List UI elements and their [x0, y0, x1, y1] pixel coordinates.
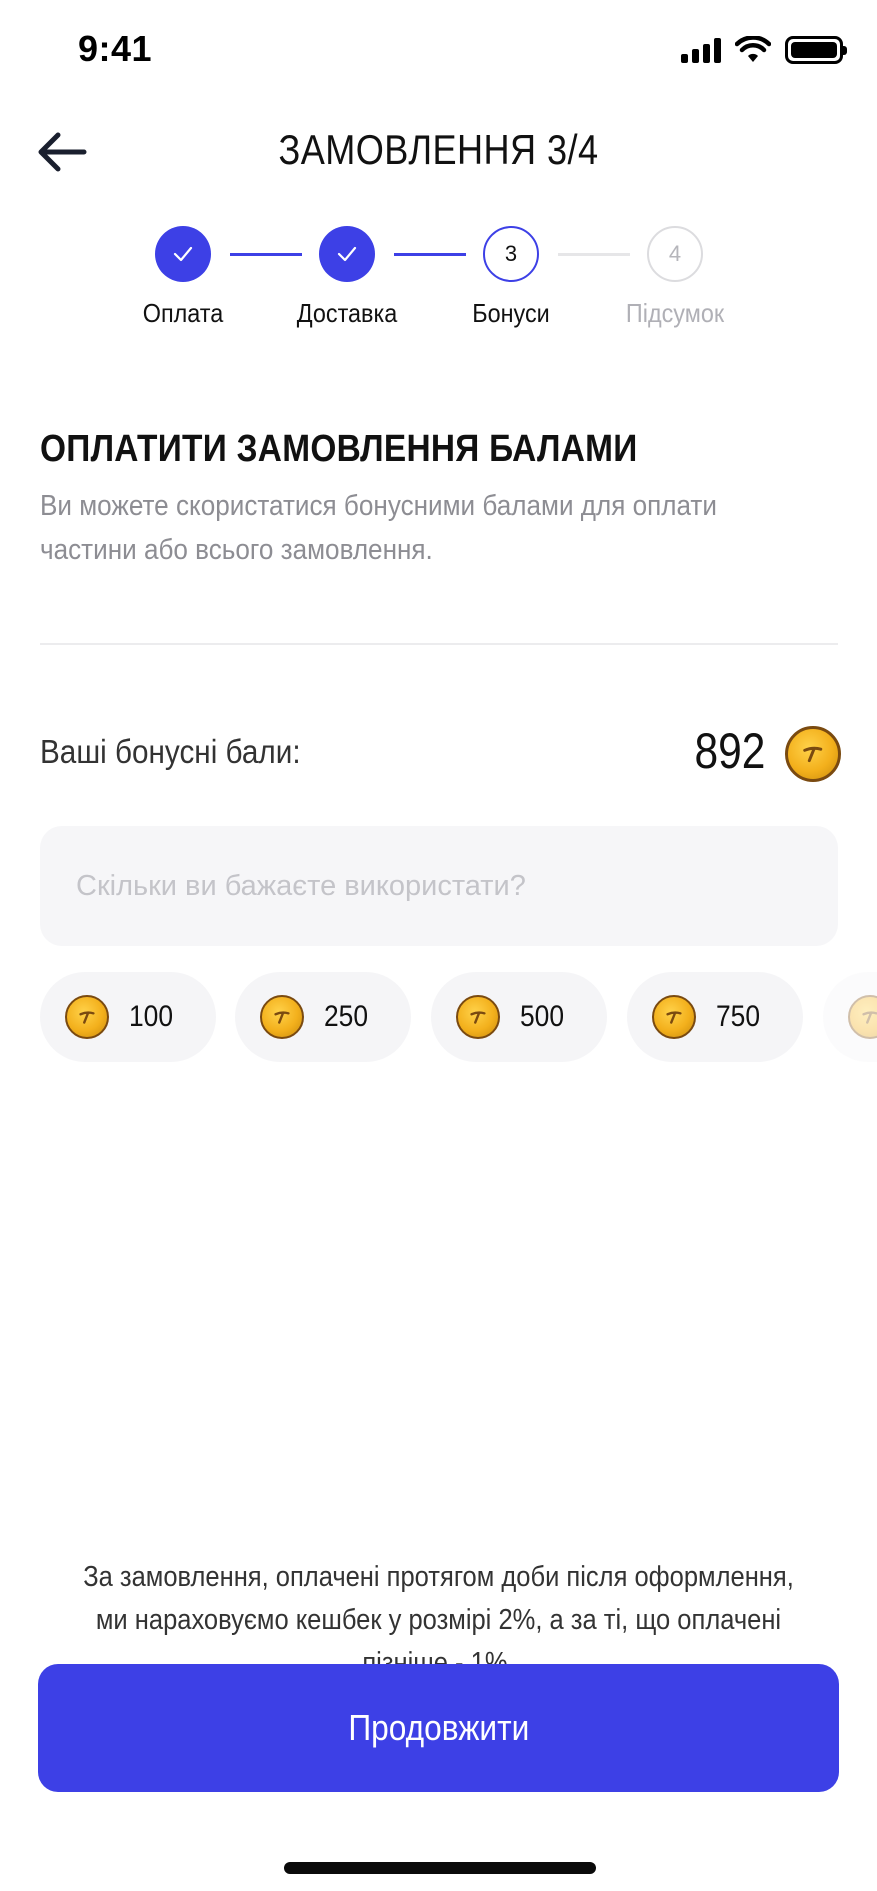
chip-label: 500: [520, 1000, 565, 1033]
header: ЗАМОВЛЕННЯ 3/4: [0, 112, 877, 192]
step-label: Доставка: [296, 298, 398, 328]
step-bonuses[interactable]: 3 Бонуси: [429, 226, 593, 329]
chip-label: 250: [324, 1000, 369, 1033]
balance-value: 892: [694, 723, 765, 779]
step-summary: 4 Підсумок: [593, 226, 757, 329]
step-label: Оплата: [142, 298, 224, 328]
check-icon: [337, 246, 357, 262]
step-number: 4: [647, 226, 703, 282]
step-done-circle: [319, 226, 375, 282]
points-amount-input[interactable]: [40, 826, 838, 946]
chip-more[interactable]: [823, 972, 877, 1062]
balance-label: Ваші бонусні бали:: [40, 733, 301, 770]
order-stepper: Оплата Доставка 3 Бонуси 4 Підсумок: [0, 226, 877, 336]
step-done-circle: [155, 226, 211, 282]
coin-icon: [652, 995, 696, 1039]
battery-icon: [785, 36, 847, 64]
signal-icon: [681, 37, 721, 63]
step-label: Бонуси: [472, 298, 550, 328]
step-number: 3: [483, 226, 539, 282]
chip-250[interactable]: 250: [235, 972, 411, 1062]
page-title: ЗАМОВЛЕННЯ 3/4: [278, 126, 599, 173]
chip-100[interactable]: 100: [40, 972, 216, 1062]
coin-icon: [456, 995, 500, 1039]
step-delivery[interactable]: Доставка: [265, 226, 429, 329]
chip-750[interactable]: 750: [627, 972, 803, 1062]
quick-amount-chips: 100 250 500 750: [40, 972, 877, 1062]
step-payment[interactable]: Оплата: [101, 226, 265, 329]
step-label: Підсумок: [625, 298, 725, 328]
coin-icon: [260, 995, 304, 1039]
chip-label: 100: [129, 1000, 174, 1033]
continue-button[interactable]: Продовжити: [38, 1664, 839, 1792]
continue-button-label: Продовжити: [347, 1707, 529, 1748]
wifi-icon: [735, 36, 771, 62]
status-icons: [681, 36, 847, 64]
chip-label: 750: [716, 1000, 761, 1033]
coin-icon: [848, 995, 877, 1039]
section-title: ОПЛАТИТИ ЗАМОВЛЕННЯ БАЛАМИ: [40, 428, 638, 470]
coin-icon: [65, 995, 109, 1039]
check-icon: [173, 246, 193, 262]
section-description: Ви можете скористатися бонусними балами …: [40, 490, 717, 566]
home-indicator: [284, 1862, 596, 1874]
status-bar: 9:41: [0, 0, 877, 104]
divider: [40, 643, 838, 645]
chip-500[interactable]: 500: [431, 972, 607, 1062]
status-time: 9:41: [78, 28, 153, 69]
coin-icon: [785, 726, 841, 782]
